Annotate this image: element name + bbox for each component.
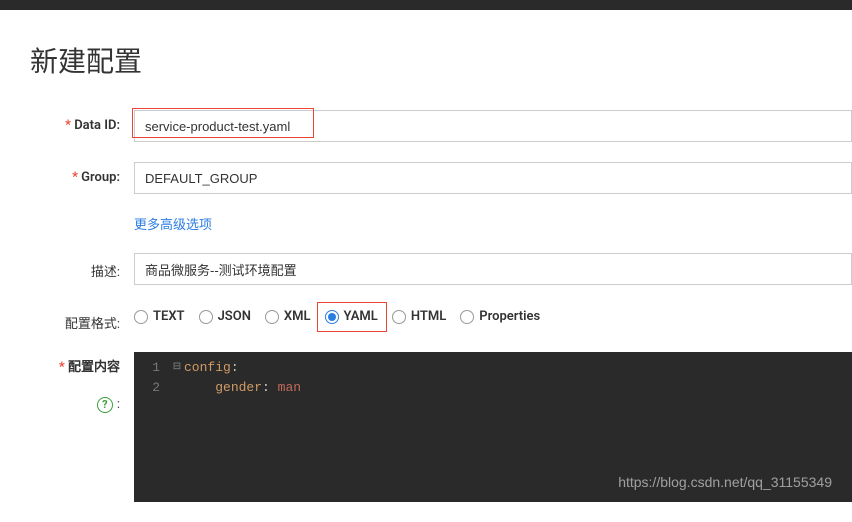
code-editor[interactable]: 1 ⊟ config: 2 gender: man https://blog.c… [134,352,852,502]
row-content: 配置内容 ?: 1 ⊟ config: 2 gender: ma [30,352,852,502]
code-line: 1 ⊟ config: [134,358,852,378]
radio-label: YAML [344,309,378,324]
row-data-id: Data ID: [30,110,852,142]
code-line: 2 gender: man [134,378,852,398]
fold-icon[interactable]: ⊟ [170,358,184,378]
fold-spacer [170,378,184,398]
radio-label: XML [284,309,311,324]
radio-icon [199,310,213,324]
row-advanced: 更多高级选项 [30,214,852,233]
label-data-id: Data ID: [30,110,120,133]
line-number: 1 [134,358,170,378]
advanced-options-link[interactable]: 更多高级选项 [134,218,212,233]
line-number: 2 [134,378,170,398]
label-group: Group: [30,162,120,185]
radio-group-format: TEXT JSON XML YAML HTML [134,305,852,324]
radio-yaml[interactable]: YAML [325,309,378,324]
input-data-id[interactable] [134,110,852,142]
radio-html[interactable]: HTML [392,309,446,324]
radio-icon [392,310,406,324]
page-title: 新建配置 [30,40,852,80]
radio-xml[interactable]: XML [265,309,311,324]
row-format: 配置格式: TEXT JSON XML YAML [30,305,852,332]
radio-label: TEXT [153,309,185,324]
help-icon[interactable]: ? [97,397,113,413]
radio-text[interactable]: TEXT [134,309,185,324]
code-key: config [184,360,231,375]
radio-label: HTML [411,309,446,324]
radio-label: Properties [479,309,540,324]
radio-icon [460,310,474,324]
row-group: Group: [30,162,852,194]
input-description[interactable] [134,253,852,285]
watermark: https://blog.csdn.net/qq_31155349 [618,474,832,490]
help-colon: : [117,397,120,412]
radio-label: JSON [218,309,251,324]
radio-icon [134,310,148,324]
label-format: 配置格式: [30,305,120,332]
radio-properties[interactable]: Properties [460,309,540,324]
row-description: 描述: [30,253,852,285]
label-content: 配置内容 [30,352,120,375]
radio-json[interactable]: JSON [199,309,251,324]
label-description: 描述: [30,253,120,280]
radio-icon [265,310,279,324]
radio-icon [325,310,339,324]
code-key: gender [215,380,262,395]
top-bar [0,0,852,10]
input-group[interactable] [134,162,852,194]
code-value: man [278,380,301,395]
page-container: 新建配置 Data ID: Group: 更多高级选项 描述: 配置格式: [0,10,852,502]
